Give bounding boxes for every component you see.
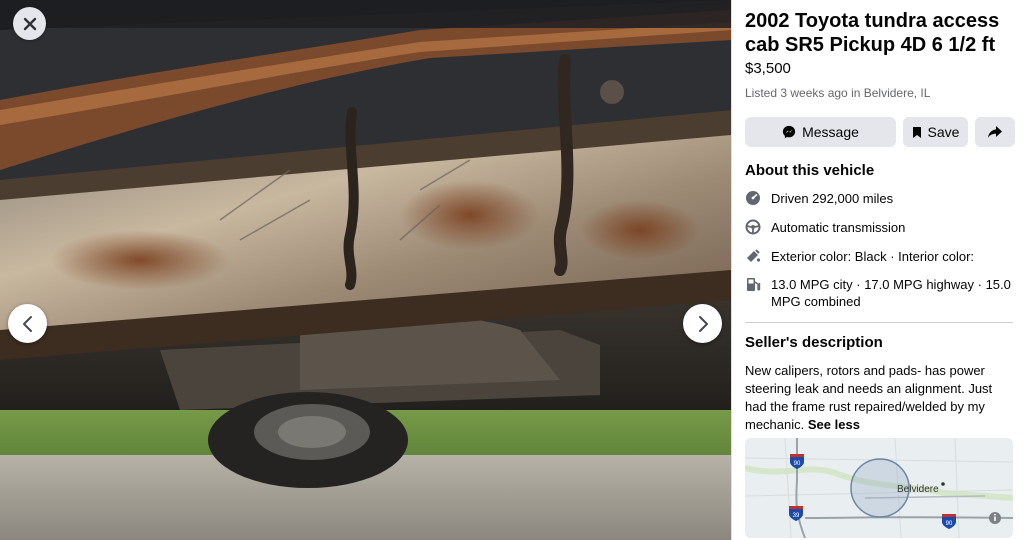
previous-photo-button[interactable]	[8, 304, 47, 343]
listing-title: 2002 Toyota tundra access cab SR5 Pickup…	[745, 10, 1000, 56]
svg-text:90: 90	[794, 461, 801, 467]
chevron-left-icon	[22, 315, 32, 332]
mpg-text: 13.0 MPG city · 17.0 MPG highway · 15.0 …	[771, 277, 1011, 309]
steering-wheel-icon	[745, 219, 761, 235]
seller-description-heading: Seller's description	[745, 334, 883, 351]
listing-photo	[0, 0, 731, 540]
next-photo-button[interactable]	[683, 304, 722, 343]
share-button[interactable]	[975, 117, 1015, 147]
vehicle-detail-row: Exterior color: Black · Interior color:	[745, 248, 1017, 265]
map-city-label: Belvidere	[897, 484, 939, 495]
photo-viewer	[0, 0, 731, 540]
map-graphic: Belvidere 90 39 90	[745, 438, 1013, 538]
listing-meta[interactable]: Listed 3 weeks ago in Belvidere, IL	[745, 86, 930, 100]
vehicle-detail-row: Driven 292,000 miles	[745, 190, 1017, 207]
save-button-label: Save	[927, 124, 960, 140]
seller-description: New calipers, rotors and pads- has power…	[745, 362, 1013, 434]
section-divider	[745, 322, 1013, 323]
transmission-text: Automatic transmission	[771, 220, 906, 235]
see-less-link[interactable]: See less	[808, 417, 860, 432]
message-button[interactable]: Message	[745, 117, 896, 147]
fuel-pump-icon	[745, 276, 761, 292]
color-text: Exterior color: Black · Interior color:	[771, 249, 975, 264]
location-map[interactable]: Belvidere 90 39 90	[745, 438, 1013, 538]
vehicle-detail-row: Automatic transmission	[745, 219, 1017, 236]
about-vehicle-heading: About this vehicle	[745, 162, 875, 179]
save-button[interactable]: Save	[903, 117, 968, 147]
svg-text:90: 90	[946, 521, 953, 527]
messenger-icon	[782, 125, 796, 139]
info-icon[interactable]	[989, 512, 1001, 524]
mileage-text: Driven 292,000 miles	[771, 191, 894, 206]
paint-icon	[745, 248, 761, 264]
message-button-label: Message	[802, 124, 859, 140]
marketplace-listing-view: 2002 Toyota tundra access cab SR5 Pickup…	[0, 0, 1024, 540]
svg-text:39: 39	[793, 513, 800, 519]
speedometer-icon	[745, 190, 761, 206]
listing-price: $3,500	[745, 60, 791, 77]
close-icon	[23, 17, 36, 30]
vehicle-detail-row: 13.0 MPG city · 17.0 MPG highway · 15.0 …	[745, 276, 1017, 310]
chevron-right-icon	[698, 315, 708, 332]
action-bar: Message Save	[745, 117, 1015, 147]
bookmark-icon	[912, 126, 921, 138]
close-button[interactable]	[13, 7, 46, 40]
seller-description-text: New calipers, rotors and pads- has power…	[745, 363, 993, 432]
listing-details-panel: 2002 Toyota tundra access cab SR5 Pickup…	[731, 0, 1024, 540]
share-icon	[988, 126, 1002, 138]
